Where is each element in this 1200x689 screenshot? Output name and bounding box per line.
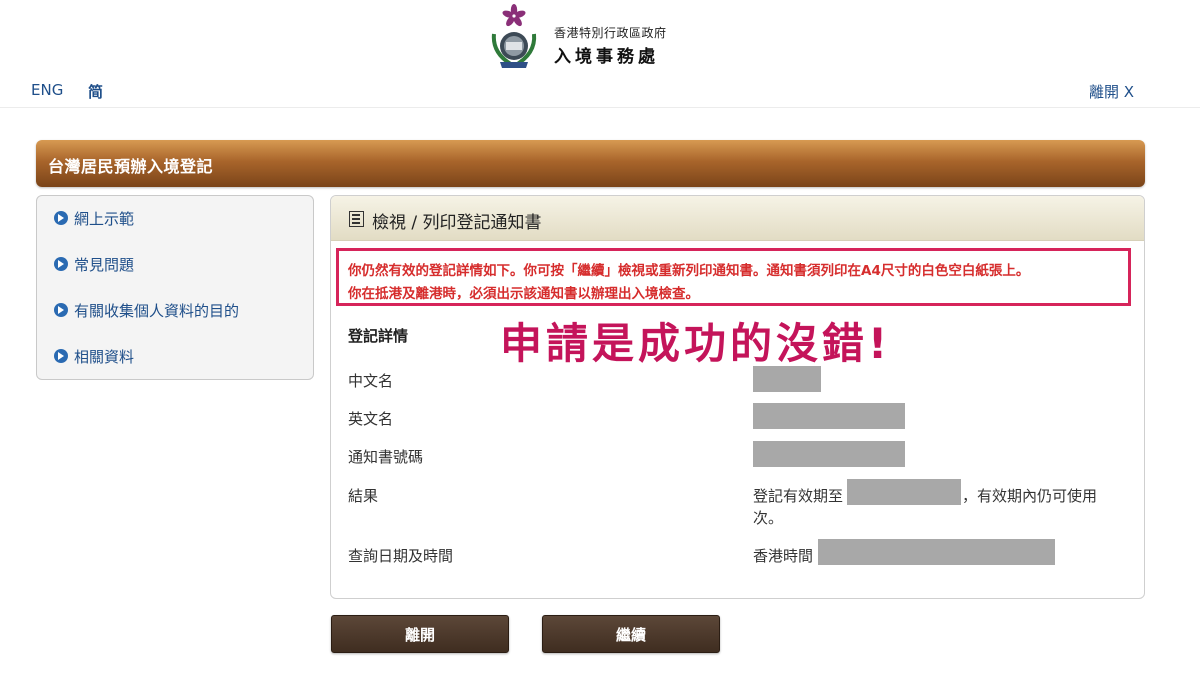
sidebar-item-label: 相關資料 xyxy=(74,347,135,366)
overlay-annotation: 申請是成功的沒錯! xyxy=(500,319,892,368)
immd-logo[interactable]: 香港特別行政區政府 入境事務處 xyxy=(486,4,686,74)
panel-title: 檢視 / 列印登記通知書 xyxy=(372,213,542,233)
notice-line-1: 你仍然有效的登記詳情如下。你可按「繼續」檢視或重新列印通知書。通知書須列印在A4… xyxy=(348,263,1030,279)
sidebar: 網上示範 常見問題 有關收集個人資料的目的 相關資料 xyxy=(36,195,314,380)
sidebar-item-label: 常見問題 xyxy=(74,255,135,274)
section-title: 登記詳情 xyxy=(348,327,409,345)
notice-line-2: 你在抵港及離港時，必須出示該通知書以辦理出入境檢查。 xyxy=(348,286,699,302)
result-date-redacted xyxy=(847,479,961,505)
query-datetime-prefix: 香港時間 xyxy=(753,547,814,565)
lang-simplified-link[interactable]: 简 xyxy=(88,81,103,102)
site-header: 香港特別行政區政府 入境事務處 ENG 简 離開 X xyxy=(0,0,1200,108)
sidebar-item-personal-data-purpose[interactable]: 有關收集個人資料的目的 xyxy=(54,299,239,321)
panel-header: 檢視 / 列印登記通知書 xyxy=(331,196,1144,241)
continue-button[interactable]: 繼續 xyxy=(542,615,720,653)
chinese-name-label: 中文名 xyxy=(348,372,394,390)
sidebar-item-label: 網上示範 xyxy=(74,209,135,228)
result-value-line2: 次。 xyxy=(753,509,784,527)
dept-name-chinese-small: 香港特別行政區政府 xyxy=(554,26,667,40)
result-label: 結果 xyxy=(348,487,379,505)
page-title-bar: 台灣居民預辦入境登記 xyxy=(36,140,1145,187)
arrow-circle-icon xyxy=(54,257,68,271)
sidebar-item-online-demo[interactable]: 網上示範 xyxy=(54,207,134,229)
notice-number-redacted xyxy=(753,441,905,467)
sidebar-item-related-info[interactable]: 相關資料 xyxy=(54,345,134,367)
arrow-circle-icon xyxy=(54,349,68,363)
document-list-icon xyxy=(349,211,364,227)
query-datetime-label: 查詢日期及時間 xyxy=(348,547,454,565)
english-name-label: 英文名 xyxy=(348,410,394,428)
sidebar-item-faq[interactable]: 常見問題 xyxy=(54,253,134,275)
notice-number-label: 通知書號碼 xyxy=(348,448,424,466)
sidebar-item-label: 有關收集個人資料的目的 xyxy=(74,301,240,320)
leave-link[interactable]: 離開 X xyxy=(1089,81,1134,102)
arrow-circle-icon xyxy=(54,303,68,317)
result-value-prefix: 登記有效期至 xyxy=(753,487,844,505)
result-value-suffix: ，有效期內仍可使用 xyxy=(962,487,1098,505)
english-name-redacted xyxy=(753,403,905,429)
lang-english-link[interactable]: ENG xyxy=(31,81,63,99)
leave-button[interactable]: 離開 xyxy=(331,615,509,653)
page-title: 台灣居民預辦入境登記 xyxy=(48,157,214,176)
chinese-name-redacted xyxy=(753,366,821,392)
emblem-icon xyxy=(491,4,537,68)
query-datetime-redacted xyxy=(818,539,1055,565)
arrow-circle-icon xyxy=(54,211,68,225)
notice-box: 你仍然有效的登記詳情如下。你可按「繼續」檢視或重新列印通知書。通知書須列印在A4… xyxy=(336,248,1131,306)
dept-name-chinese: 入境事務處 xyxy=(554,47,659,67)
